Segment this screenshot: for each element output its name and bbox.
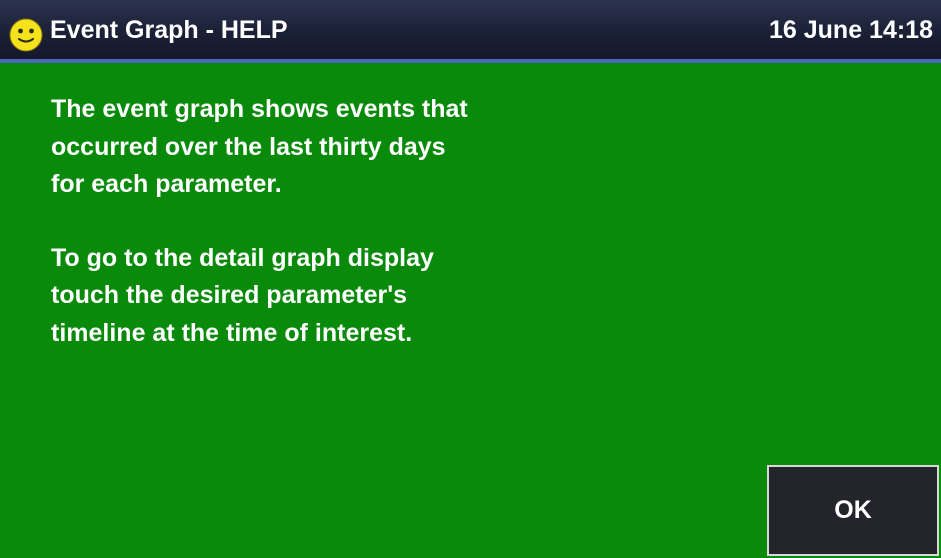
date-time-display: 16 June 14:18 bbox=[769, 16, 933, 44]
help-text: The event graph shows events that occurr… bbox=[51, 91, 691, 352]
ok-button[interactable]: OK bbox=[767, 465, 939, 556]
help-line: To go to the detail graph display bbox=[51, 243, 434, 272]
help-paragraph-instructions: To go to the detail graph display touch … bbox=[51, 240, 691, 353]
help-line: for each parameter. bbox=[51, 170, 282, 198]
help-paragraph-description: The event graph shows events that occurr… bbox=[51, 91, 691, 204]
help-line: The event graph shows events that bbox=[51, 95, 468, 123]
smiley-face-icon bbox=[9, 18, 43, 52]
help-line: occurred over the last thirty days bbox=[51, 132, 446, 161]
window-title: Event Graph - HELP bbox=[50, 16, 288, 44]
title-bar: Event Graph - HELP 16 June 14:18 bbox=[0, 0, 941, 63]
help-line: timeline at the time of interest. bbox=[51, 318, 413, 347]
help-line: touch the desired parameter's bbox=[51, 281, 408, 309]
help-screen: Event Graph - HELP 16 June 14:18 The eve… bbox=[0, 0, 941, 558]
